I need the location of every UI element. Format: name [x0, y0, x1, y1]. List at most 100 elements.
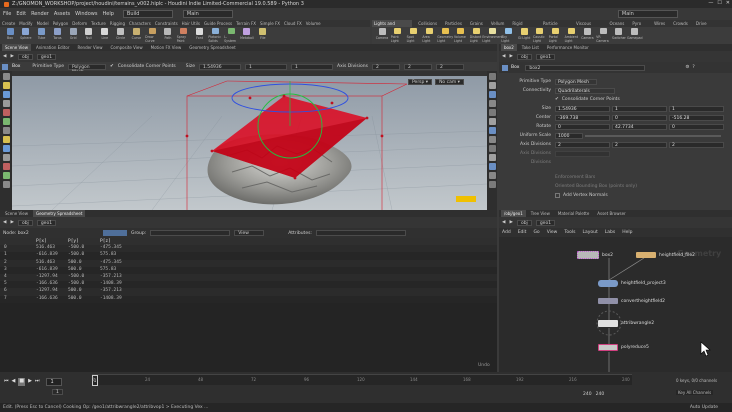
op-div-z[interactable]: 2	[435, 63, 464, 70]
shelf-tab-deform[interactable]: Deform	[72, 20, 87, 27]
create-tool-line[interactable]: Line	[98, 27, 112, 43]
spreadsheet-group-field[interactable]	[150, 230, 231, 236]
tab-geometry-spreadsheet[interactable]: Geometry Spreadsheet	[186, 44, 238, 51]
create-tool-l-system[interactable]: L-System	[224, 27, 238, 43]
range-start-field[interactable]: 1	[52, 389, 63, 395]
forward-arrow-icon[interactable]: ▶	[10, 54, 13, 59]
viewport-tool-icon[interactable]	[2, 154, 10, 161]
viewport-tool-icon[interactable]	[2, 163, 10, 170]
shelf-tab-hair-utils[interactable]: Hair Utils	[182, 20, 200, 27]
node-convertheightfield2[interactable]: convertheightfield2	[598, 298, 665, 304]
gear-icon[interactable]: ⚙	[685, 65, 689, 70]
create-tool-tube[interactable]: Tube	[35, 27, 49, 43]
lights-tool-gamepad[interactable]: Gamepad	[627, 27, 643, 43]
viewport-tool-icon[interactable]	[2, 100, 10, 107]
viewport-tool-icon[interactable]	[488, 109, 496, 116]
lights-tool-geometry-light[interactable]: Geometry Light	[437, 27, 453, 43]
viewport-tool-icon[interactable]	[488, 154, 496, 161]
param-size-z[interactable]: 1	[669, 105, 724, 112]
tab-scene-view[interactable]: Scene View	[2, 44, 31, 51]
op-size-x[interactable]: 1.54936	[199, 63, 242, 70]
lights-tool-sky-light[interactable]: Sky Light	[501, 27, 515, 43]
menu-assets[interactable]: Assets	[54, 11, 70, 17]
shelf-tab-rigid-bodies[interactable]: Rigid Bodies	[510, 20, 536, 33]
menu-file[interactable]: File	[3, 11, 11, 17]
help-icon[interactable]: ?	[692, 65, 694, 70]
shelf-tab-constraints[interactable]: Constraints	[155, 20, 178, 27]
viewport-tool-icon[interactable]	[488, 163, 496, 170]
shelf-tab-wires[interactable]: Wires	[652, 20, 667, 27]
op-primitive-type-select[interactable]: Polygon Mesh	[67, 63, 106, 75]
shelf-tab-particle-fluids[interactable]: Particle Fluids	[541, 20, 570, 33]
tab-motion-fx-view[interactable]: Motion FX View	[148, 44, 185, 51]
param-rotate-y[interactable]: 42.7734	[612, 123, 667, 130]
param-center-y[interactable]: 0	[612, 114, 667, 121]
param-normals-checkbox[interactable]	[555, 193, 560, 198]
shelf-tab-modify[interactable]: Modify	[19, 20, 32, 27]
table-row[interactable]: 7 -166.636 500.0 -1408.39	[0, 295, 497, 303]
viewport-tool-icon[interactable]	[488, 91, 496, 98]
spreadsheet-path-geo1[interactable]: geo1	[36, 219, 57, 226]
viewport-tool-icon[interactable]	[488, 82, 496, 89]
param-div-z[interactable]: 2	[669, 141, 724, 148]
lights-tool-switcher[interactable]: Switcher	[612, 27, 626, 43]
menu-help[interactable]: Help	[102, 11, 113, 17]
3d-viewport[interactable]: Persp ▾ No cam ▾	[12, 76, 487, 210]
step-back-icon[interactable]: ◀	[12, 378, 16, 386]
param-rotate-x[interactable]: 0	[555, 123, 610, 130]
param-uniform-scale-field[interactable]: 1000	[555, 132, 583, 139]
path-obj[interactable]: obj	[17, 53, 33, 60]
param-connectivity-select[interactable]: Quadrilaterals	[555, 87, 615, 94]
tab-take-list[interactable]: Take List	[519, 44, 542, 51]
spreadsheet-attributes-field[interactable]	[315, 230, 406, 236]
tab-performance-monitor[interactable]: Performance Monitor	[544, 44, 592, 51]
create-tool-box[interactable]: Box	[3, 27, 17, 43]
node-box2[interactable]: box2	[577, 251, 613, 259]
shelf-tab-terrain-fx[interactable]: Terrain FX	[236, 20, 256, 27]
shelf-tab-rigging[interactable]: Rigging	[110, 20, 125, 27]
maximize-button[interactable]: ☐	[717, 0, 721, 6]
tab-box2[interactable]: box2	[501, 44, 517, 51]
tab-scene-view-2[interactable]: Scene View	[2, 210, 31, 217]
create-tool-grid[interactable]: Grid	[66, 27, 80, 43]
shelf-tab-characters[interactable]: Characters	[129, 20, 151, 27]
table-row[interactable]: 1 -616.839 -500.0 575.83	[0, 252, 497, 260]
lights-tool-vr-camera[interactable]: VR Camera	[596, 27, 610, 43]
viewport-tool-icon[interactable]	[488, 100, 496, 107]
path-geo1[interactable]: geo1	[36, 53, 57, 60]
shelf-tab-oceans[interactable]: Oceans	[607, 20, 626, 27]
shelf-tab-volume[interactable]: Volume	[306, 20, 321, 27]
create-tool-null[interactable]: Null	[82, 27, 96, 43]
param-center-x[interactable]: -369.738	[555, 114, 610, 121]
desktop-select[interactable]: Build	[122, 10, 173, 18]
param-div-x[interactable]: 2	[555, 141, 610, 148]
viewport-tool-icon[interactable]	[2, 181, 10, 188]
shelf-tab-particles[interactable]: Particles	[443, 20, 464, 27]
shelf-tab-guide-process[interactable]: Guide Process	[204, 20, 232, 27]
shelf-tab-model[interactable]: Model	[37, 20, 49, 27]
main-select[interactable]: Main	[182, 10, 233, 18]
table-row[interactable]: 6 -1297.94 500.0 -357.213	[0, 288, 497, 296]
lights-tool-volume-light[interactable]: Volume Light	[454, 27, 468, 43]
param-primitive-type-select[interactable]: Polygon Mesh	[555, 78, 597, 85]
tab-animation-editor[interactable]: Animation Editor	[33, 44, 73, 51]
create-tool-torus[interactable]: Torus	[50, 27, 64, 43]
tab-geometry-spreadsheet-2[interactable]: Geometry Spreadsheet	[32, 210, 86, 217]
create-tool-metaball[interactable]: Metaball	[240, 27, 254, 43]
persp-menu[interactable]: Persp ▾	[408, 79, 433, 85]
shelf-tab-create[interactable]: Create	[2, 20, 15, 27]
param-div-y[interactable]: 2	[612, 141, 667, 148]
param-center-z[interactable]: -516.28	[669, 114, 724, 121]
viewport-tool-icon[interactable]	[2, 136, 10, 143]
shelf-tab-crowds[interactable]: Crowds	[671, 20, 690, 27]
range-end-field-2[interactable]: 240	[596, 392, 605, 397]
shelf-tab-collisions[interactable]: Collisions	[416, 20, 439, 27]
param-size-y[interactable]: 1	[612, 105, 667, 112]
param-size-x[interactable]: 1.54936	[555, 105, 610, 112]
create-tool-circle[interactable]: Circle	[114, 27, 128, 43]
create-tool-file[interactable]: File	[256, 27, 270, 43]
create-tool-font[interactable]: Font	[193, 27, 207, 43]
viewport-tool-icon[interactable]	[488, 73, 496, 80]
lights-tool-environment-light[interactable]: Environment Light	[482, 27, 503, 43]
param-consolidate-checkbox[interactable]: ✔	[555, 97, 559, 102]
